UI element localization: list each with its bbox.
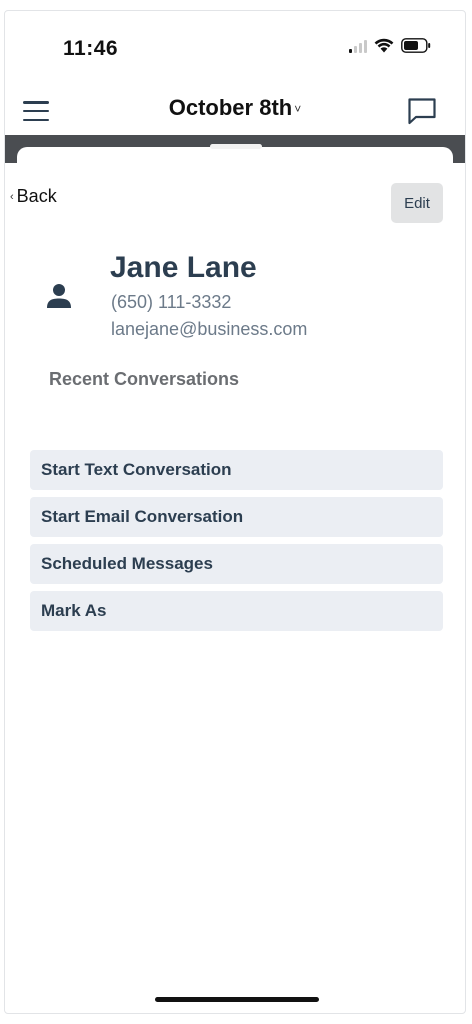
recent-conversations-title: Recent Conversations (49, 369, 240, 389)
cellular-signal-icon (349, 39, 367, 53)
person-icon (47, 284, 71, 308)
phone-screen: 11:46 October 8th ˅ ‹ Back Edit Jane Lan… (4, 10, 466, 1014)
date-selector[interactable]: October 8th ˅ (5, 95, 465, 121)
back-button[interactable]: ‹ Back (10, 186, 57, 207)
scheduled-messages-button[interactable]: Scheduled Messages (30, 544, 443, 584)
start-email-conversation-button[interactable]: Start Email Conversation (30, 497, 443, 537)
action-list: Start Text Conversation Start Email Conv… (30, 450, 443, 631)
date-title-text: October 8th (168, 95, 293, 120)
sheet-top (17, 147, 453, 167)
contact-phone: (650) 111-3332 (111, 292, 232, 312)
back-label: Back (16, 186, 57, 206)
contact-name: Jane Lane (110, 251, 257, 284)
sheet-grabber[interactable] (210, 144, 262, 149)
status-time: 11:46 (63, 37, 119, 60)
battery-icon (401, 38, 431, 53)
start-text-conversation-button[interactable]: Start Text Conversation (30, 450, 443, 490)
chevron-left-icon: ‹ (10, 190, 14, 203)
chat-bubble-icon[interactable] (407, 97, 437, 125)
edit-button[interactable]: Edit (391, 183, 443, 223)
chevron-down-icon: ˅ (294, 102, 302, 117)
wifi-icon (374, 38, 394, 53)
contact-email: lanejane@business.com (111, 319, 308, 339)
home-indicator (155, 997, 319, 1002)
status-icons (349, 38, 431, 53)
mark-as-button[interactable]: Mark As (30, 591, 443, 631)
